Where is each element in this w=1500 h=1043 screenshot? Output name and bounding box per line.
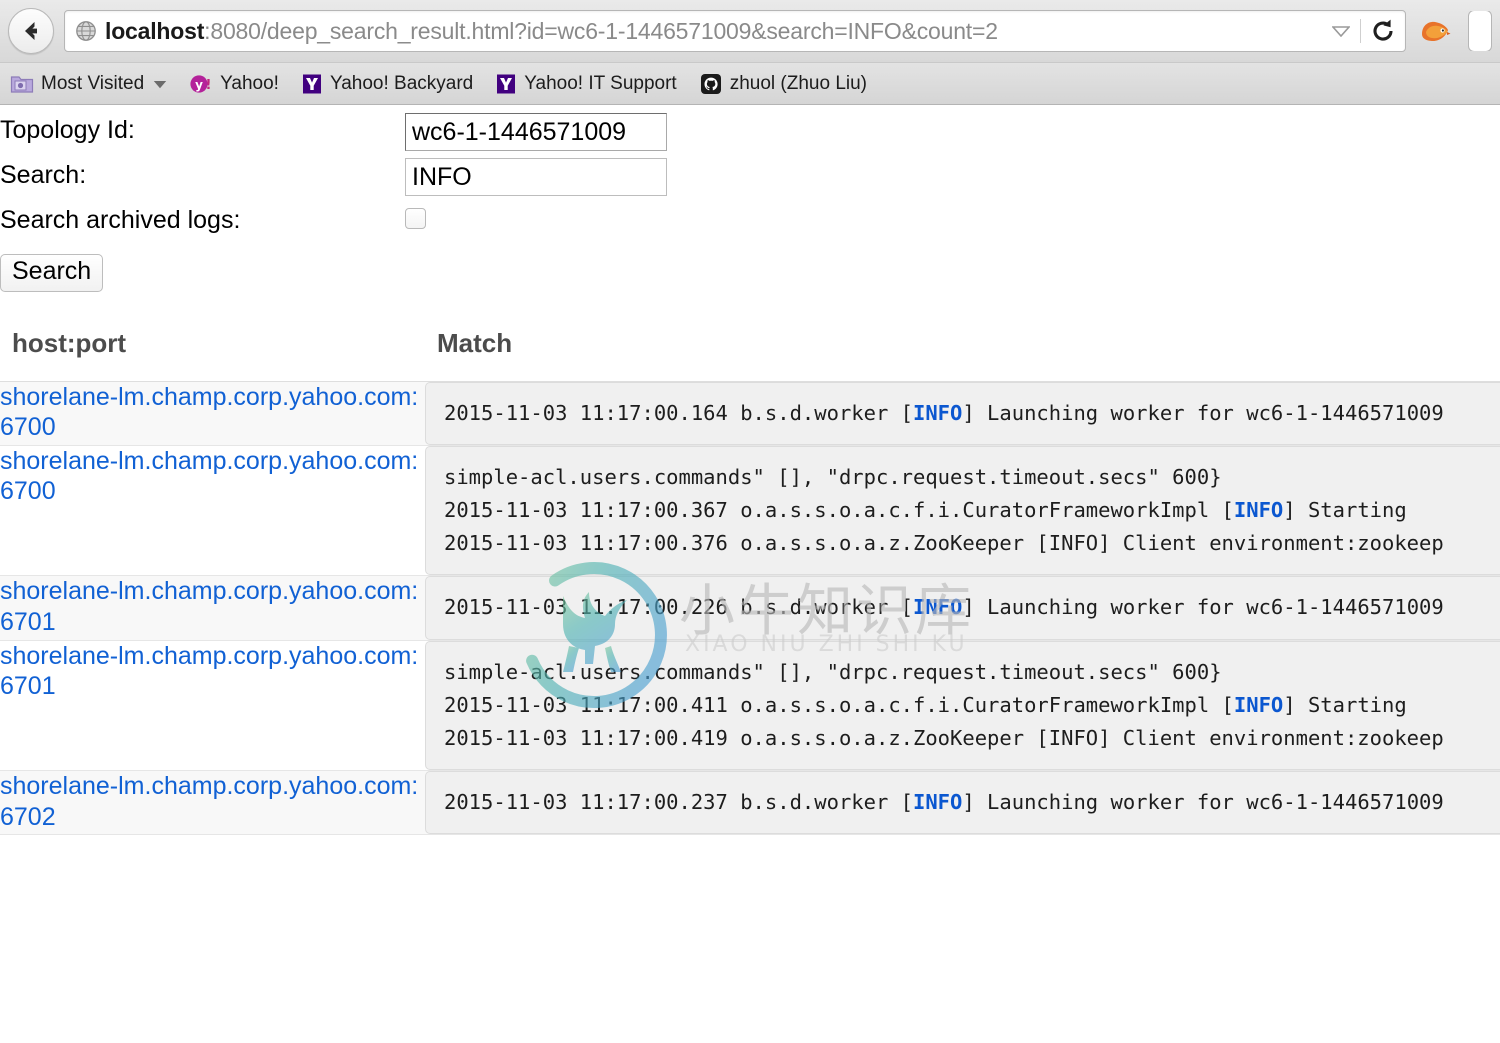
svg-text:y: y bbox=[195, 78, 203, 92]
search-results-table: host:port Match shorelane-lm.champ.corp.… bbox=[0, 327, 1500, 836]
form-row-topology: Topology Id: bbox=[0, 113, 1500, 158]
match-cell: 2015-11-03 11:17:00.164 b.s.d.worker [IN… bbox=[425, 381, 1500, 446]
table-row: shorelane-lm.champ.corp.yahoo.com:6701 20… bbox=[0, 575, 1500, 641]
bookmarks-toolbar: Most Visited y ! Yahoo! Yahoo! Backyard … bbox=[0, 62, 1500, 104]
column-header-host-port: host:port bbox=[0, 327, 425, 382]
table-row: shorelane-lm.champ.corp.yahoo.com:6700 si… bbox=[0, 445, 1500, 577]
log-snippet: 2015-11-03 11:17:00.164 b.s.d.worker [IN… bbox=[425, 381, 1500, 445]
yahoo-circle-icon: y ! bbox=[189, 73, 213, 95]
page-content: 小牛知识库 XIAO NIU ZHI SHI KU Topology Id: S… bbox=[0, 105, 1500, 1043]
table-header-row: host:port Match bbox=[0, 327, 1500, 382]
log-snippet: simple-acl.users.commands" [], "drpc.req… bbox=[425, 640, 1500, 770]
match-cell: simple-acl.users.commands" [], "drpc.req… bbox=[425, 445, 1500, 577]
back-arrow-icon bbox=[18, 18, 44, 44]
table-row: shorelane-lm.champ.corp.yahoo.com:6702 20… bbox=[0, 770, 1500, 836]
host-port-link[interactable]: shorelane-lm.champ.corp.yahoo.com:6701 bbox=[0, 576, 425, 637]
form-row-archived: Search archived logs: bbox=[0, 203, 1500, 248]
log-level-badge: INFO bbox=[1233, 692, 1284, 717]
browser-chrome: localhost:8080/deep_search_result.html?i… bbox=[0, 0, 1500, 105]
folder-star-icon bbox=[10, 73, 34, 95]
svg-text:!: ! bbox=[206, 78, 212, 93]
bookmark-yahoo[interactable]: y ! Yahoo! bbox=[189, 73, 279, 95]
host-port-link[interactable]: shorelane-lm.champ.corp.yahoo.com:6700 bbox=[0, 446, 425, 507]
log-level-badge: INFO bbox=[913, 595, 963, 620]
url-bar[interactable]: localhost:8080/deep_search_result.html?i… bbox=[64, 10, 1406, 52]
host-port-cell: shorelane-lm.champ.corp.yahoo.com:6701 bbox=[0, 575, 425, 641]
host-port-cell: shorelane-lm.champ.corp.yahoo.com:6700 bbox=[0, 445, 425, 577]
host-port-cell: shorelane-lm.champ.corp.yahoo.com:6702 bbox=[0, 770, 425, 836]
host-port-cell: shorelane-lm.champ.corp.yahoo.com:6701 bbox=[0, 640, 425, 772]
host-port-cell: shorelane-lm.champ.corp.yahoo.com:6700 bbox=[0, 381, 425, 446]
search-archived-logs-checkbox[interactable] bbox=[405, 208, 426, 229]
table-row: shorelane-lm.champ.corp.yahoo.com:6701 si… bbox=[0, 640, 1500, 772]
column-header-match: Match bbox=[425, 327, 1500, 382]
bookmark-label: Yahoo! IT Support bbox=[524, 72, 677, 94]
github-icon bbox=[699, 72, 723, 96]
yahoo-y-icon bbox=[301, 73, 323, 95]
overflow-panel-button[interactable] bbox=[1462, 11, 1492, 51]
bookmark-yahoo-backyard[interactable]: Yahoo! Backyard bbox=[301, 73, 473, 95]
match-cell: simple-acl.users.commands" [], "drpc.req… bbox=[425, 640, 1500, 772]
log-level-badge: INFO bbox=[1233, 497, 1284, 522]
yahoo-y-icon bbox=[495, 73, 517, 95]
bookmark-github-zhuol[interactable]: zhuol (Zhuo Liu) bbox=[699, 72, 867, 96]
bookmark-label: Yahoo! bbox=[220, 72, 279, 94]
log-level-badge: INFO bbox=[913, 400, 963, 425]
host-port-link[interactable]: shorelane-lm.champ.corp.yahoo.com:6700 bbox=[0, 382, 425, 443]
table-row: shorelane-lm.champ.corp.yahoo.com:6700 20… bbox=[0, 381, 1500, 446]
bookmark-label: Most Visited bbox=[41, 72, 145, 94]
back-button[interactable] bbox=[8, 8, 54, 54]
bookmark-label: zhuol (Zhuo Liu) bbox=[729, 72, 868, 94]
globe-icon bbox=[75, 20, 97, 42]
reload-icon[interactable] bbox=[1367, 18, 1399, 44]
search-archived-logs-label: Search archived logs: bbox=[0, 206, 241, 234]
bookmark-yahoo-it-support[interactable]: Yahoo! IT Support bbox=[495, 72, 677, 95]
search-results-body: shorelane-lm.champ.corp.yahoo.com:6700 20… bbox=[0, 381, 1500, 836]
firefox-icon[interactable] bbox=[1406, 16, 1462, 46]
deep-search-form: Topology Id: Search: Search archived log… bbox=[0, 105, 1500, 292]
chevron-down-icon[interactable] bbox=[153, 73, 167, 95]
log-snippet: 2015-11-03 11:17:00.226 b.s.d.worker [IN… bbox=[425, 576, 1500, 640]
log-snippet: 2015-11-03 11:17:00.237 b.s.d.worker [IN… bbox=[425, 771, 1500, 834]
navigation-toolbar: localhost:8080/deep_search_result.html?i… bbox=[0, 0, 1500, 62]
log-snippet: simple-acl.users.commands" [], "drpc.req… bbox=[425, 445, 1500, 575]
urlbar-separator bbox=[1360, 19, 1361, 43]
url-text: localhost:8080/deep_search_result.html?i… bbox=[105, 17, 998, 44]
urlbar-dropdown-icon[interactable] bbox=[1328, 25, 1354, 37]
match-cell: 2015-11-03 11:17:00.226 b.s.d.worker [IN… bbox=[425, 575, 1500, 641]
search-button[interactable]: Search bbox=[0, 254, 104, 292]
match-cell: 2015-11-03 11:17:00.237 b.s.d.worker [IN… bbox=[425, 770, 1500, 836]
search-input[interactable] bbox=[405, 158, 667, 196]
bookmark-most-visited[interactable]: Most Visited bbox=[10, 73, 167, 95]
topology-id-input[interactable] bbox=[405, 113, 667, 151]
bookmark-label: Yahoo! Backyard bbox=[329, 72, 474, 94]
topology-id-label: Topology Id: bbox=[0, 116, 135, 144]
host-port-link[interactable]: shorelane-lm.champ.corp.yahoo.com:6701 bbox=[0, 641, 425, 702]
host-port-link[interactable]: shorelane-lm.champ.corp.yahoo.com:6702 bbox=[0, 771, 425, 832]
log-level-badge: INFO bbox=[913, 790, 963, 815]
form-row-search: Search: bbox=[0, 158, 1500, 203]
search-label: Search: bbox=[0, 161, 87, 189]
